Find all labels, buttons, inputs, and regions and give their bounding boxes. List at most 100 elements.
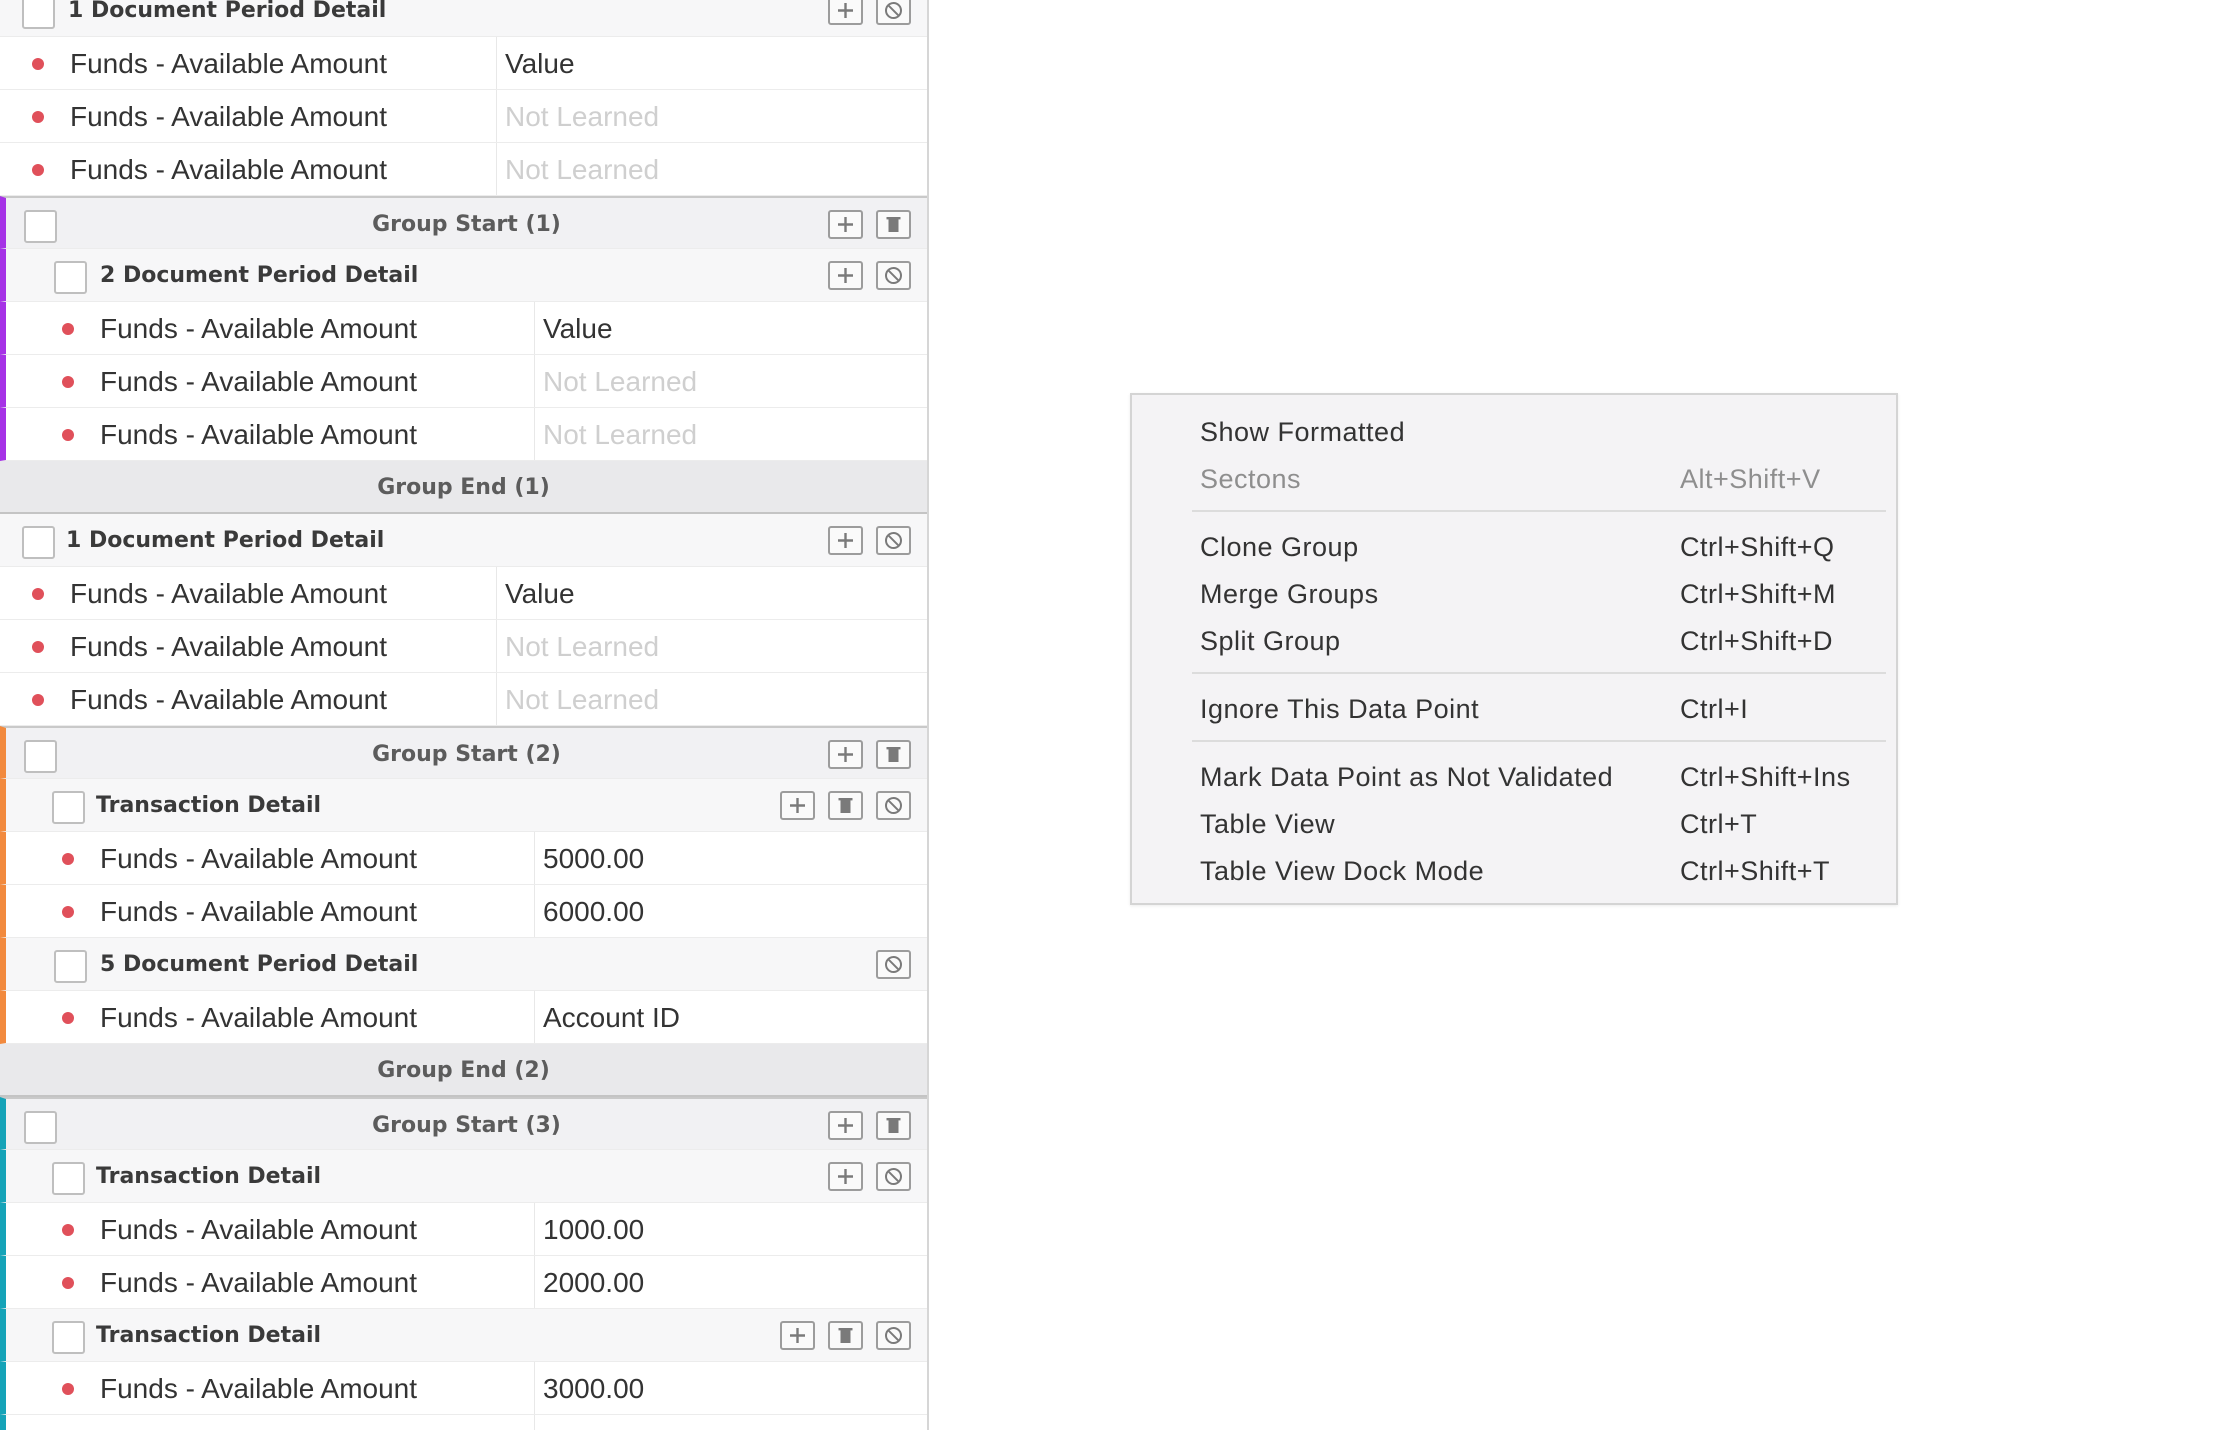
group-end-title: Group End (1)	[377, 475, 550, 500]
menu-item-shortcut: Ctrl+Shift+Q	[1680, 532, 1835, 562]
field-value[interactable]: Not Learned	[496, 620, 927, 672]
group-start-title: Group Start (2)	[372, 742, 561, 767]
field-value[interactable]: 4000.00	[534, 1415, 927, 1430]
status-dot	[62, 1224, 74, 1236]
section-checkbox[interactable]	[54, 261, 87, 294]
menu-item-split-group[interactable]: Split Group Ctrl+Shift+D	[1132, 618, 1896, 664]
field-value[interactable]: 3000.00	[534, 1362, 927, 1414]
field-label: Funds - Available Amount	[100, 1373, 418, 1404]
field-row[interactable]: Funds - Available Amount 4000.00	[0, 1415, 927, 1430]
ignore-button[interactable]	[876, 0, 911, 25]
field-row[interactable]: Funds - Available Amount 3000.00	[0, 1362, 927, 1415]
group-start-row: Group Start (3)	[0, 1097, 927, 1150]
menu-item-shortcut: Ctrl+I	[1680, 694, 1749, 724]
field-value[interactable]: Value	[496, 37, 927, 89]
field-value[interactable]: Not Learned	[534, 408, 927, 460]
field-row[interactable]: Funds - Available Amount Not Learned	[0, 673, 927, 726]
menu-item-table-view[interactable]: Table View Ctrl+T	[1132, 801, 1896, 847]
field-label: Funds - Available Amount	[100, 1415, 417, 1430]
menu-item-shortcut: Ctrl+Shift+D	[1680, 626, 1834, 656]
menu-item-ignore-data-point[interactable]: Ignore This Data Point Ctrl+I	[1132, 686, 1896, 732]
field-value[interactable]: Not Learned	[496, 673, 927, 725]
add-button[interactable]	[828, 526, 863, 555]
field-row[interactable]: Funds - Available Amount Account ID	[0, 991, 927, 1044]
field-label: Funds - Available Amount	[70, 684, 388, 715]
field-value[interactable]: 1000.00	[534, 1203, 927, 1255]
menu-item-label: Table View	[1200, 809, 1336, 839]
field-row[interactable]: Funds - Available Amount 5000.00	[0, 832, 927, 885]
field-label: Funds - Available Amount	[100, 1214, 418, 1245]
menu-item-merge-groups[interactable]: Merge Groups Ctrl+Shift+M	[1132, 571, 1896, 617]
add-button[interactable]	[780, 791, 815, 820]
plus-icon	[830, 1113, 861, 1138]
section-header: 2 Document Period Detail	[0, 249, 927, 302]
ignore-button[interactable]	[876, 950, 911, 979]
field-value[interactable]: 2000.00	[534, 1256, 927, 1308]
group-end-row: Group End (2)	[0, 1044, 927, 1097]
delete-button[interactable]	[876, 740, 911, 769]
section-checkbox[interactable]	[52, 1321, 85, 1354]
ignore-button[interactable]	[876, 1321, 911, 1350]
section-header: Transaction Detail	[0, 1309, 927, 1362]
delete-button[interactable]	[828, 791, 863, 820]
ignore-button[interactable]	[876, 791, 911, 820]
menu-item-clone-group[interactable]: Clone Group Ctrl+Shift+Q	[1132, 524, 1896, 570]
add-button[interactable]	[828, 0, 863, 25]
field-label: Funds - Available Amount	[100, 843, 418, 874]
menu-separator	[1192, 672, 1886, 674]
section-title: 5 Document Period Detail	[100, 952, 419, 977]
field-value[interactable]: 6000.00	[534, 885, 927, 937]
menu-item-mark-not-validated[interactable]: Mark Data Point as Not Validated Ctrl+Sh…	[1132, 754, 1896, 800]
menu-item-label: Sectons	[1200, 464, 1302, 494]
plus-icon	[830, 212, 861, 237]
field-label: Funds - Available Amount	[70, 631, 388, 662]
field-row[interactable]: Funds - Available Amount Not Learned	[0, 90, 927, 143]
section-checkbox[interactable]	[52, 791, 85, 824]
section-checkbox[interactable]	[22, 526, 55, 559]
add-button[interactable]	[780, 1321, 815, 1350]
field-row[interactable]: Funds - Available Amount Not Learned	[0, 620, 927, 673]
field-row[interactable]: Funds - Available Amount Not Learned	[0, 408, 927, 461]
group-start-title: Group Start (1)	[372, 212, 561, 237]
add-button[interactable]	[828, 740, 863, 769]
field-value[interactable]: Not Learned	[496, 143, 927, 195]
field-row[interactable]: Funds - Available Amount Value	[0, 567, 927, 620]
field-row[interactable]: Funds - Available Amount Value	[0, 37, 927, 90]
trash-icon	[878, 212, 909, 237]
field-value[interactable]: Not Learned	[496, 90, 927, 142]
field-row[interactable]: Funds - Available Amount Not Learned	[0, 143, 927, 196]
delete-button[interactable]	[828, 1321, 863, 1350]
delete-button[interactable]	[876, 1111, 911, 1140]
trash-icon	[830, 1323, 861, 1348]
ignore-button[interactable]	[876, 1162, 911, 1191]
delete-button[interactable]	[876, 210, 911, 239]
group-end-row: Group End (1)	[0, 461, 927, 514]
field-row[interactable]: Funds - Available Amount 6000.00	[0, 885, 927, 938]
section-checkbox[interactable]	[52, 1162, 85, 1195]
data-points-panel: 1 Document Period Detail Funds - Availab…	[0, 0, 929, 1430]
section-title: Transaction Detail	[96, 1323, 322, 1348]
plus-icon	[782, 1323, 813, 1348]
field-row[interactable]: Funds - Available Amount 2000.00	[0, 1256, 927, 1309]
add-button[interactable]	[828, 1162, 863, 1191]
field-value[interactable]: Account ID	[534, 991, 927, 1043]
field-value[interactable]: Value	[496, 567, 927, 619]
ignore-button[interactable]	[876, 526, 911, 555]
field-row[interactable]: Funds - Available Amount Value	[0, 302, 927, 355]
add-button[interactable]	[828, 1111, 863, 1140]
ignore-button[interactable]	[876, 261, 911, 290]
field-value[interactable]: 5000.00	[534, 832, 927, 884]
field-value[interactable]: Value	[534, 302, 927, 354]
field-row[interactable]: Funds - Available Amount Not Learned	[0, 355, 927, 408]
group-start-row: Group Start (2)	[0, 726, 927, 779]
add-button[interactable]	[828, 261, 863, 290]
field-value[interactable]: Not Learned	[534, 355, 927, 407]
field-row[interactable]: Funds - Available Amount 1000.00	[0, 1203, 927, 1256]
section-checkbox[interactable]	[54, 950, 87, 983]
menu-item-show-formatted[interactable]: Show Formatted	[1132, 409, 1896, 455]
menu-item-table-view-dock-mode[interactable]: Table View Dock Mode Ctrl+Shift+T	[1132, 848, 1896, 894]
section-checkbox[interactable]	[22, 0, 55, 29]
menu-separator	[1192, 740, 1886, 742]
field-label: Funds - Available Amount	[100, 896, 418, 927]
add-button[interactable]	[828, 210, 863, 239]
